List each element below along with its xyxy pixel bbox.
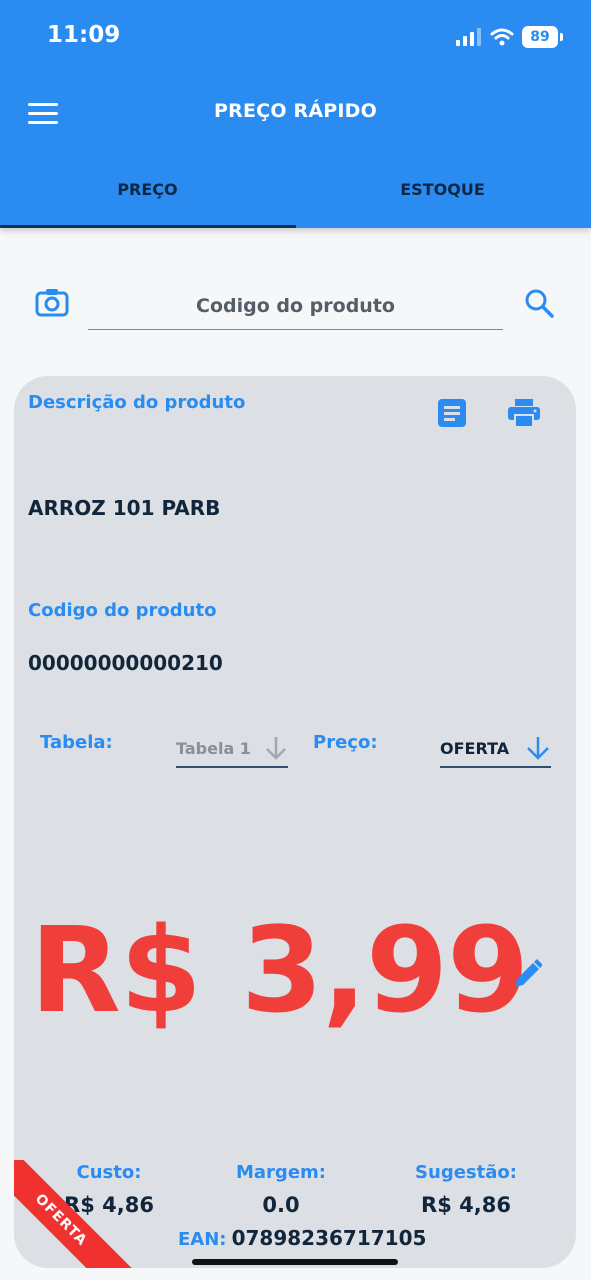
product-code-input[interactable] bbox=[88, 282, 503, 330]
search-icon bbox=[525, 289, 554, 318]
edit-price-button[interactable] bbox=[512, 958, 543, 990]
status-time: 11:09 bbox=[47, 22, 121, 48]
tab-indicator bbox=[0, 225, 296, 228]
signal-icon bbox=[456, 28, 481, 46]
arrow-down-icon bbox=[527, 737, 549, 760]
page-title: PREÇO RÁPIDO bbox=[214, 100, 377, 122]
offer-ribbon-label: OFERTA bbox=[14, 1160, 133, 1268]
wifi-icon bbox=[490, 28, 514, 46]
table-label: Tabela: bbox=[40, 732, 113, 753]
suggestion-value: R$ 4,86 bbox=[421, 1193, 511, 1217]
price-type-value: OFERTA bbox=[440, 738, 510, 758]
details-button[interactable] bbox=[437, 398, 467, 428]
document-icon bbox=[438, 399, 466, 427]
status-icons: 89 bbox=[456, 24, 563, 50]
pencil-icon bbox=[515, 959, 543, 987]
product-description: ARROZ 101 PARB bbox=[28, 496, 221, 520]
print-button[interactable] bbox=[507, 398, 541, 428]
table-select[interactable]: Tabela 1 bbox=[176, 730, 288, 768]
printer-icon bbox=[508, 399, 540, 428]
battery-icon: 89 bbox=[522, 26, 558, 48]
price-type-select[interactable]: OFERTA bbox=[440, 730, 551, 768]
search-button[interactable] bbox=[524, 288, 554, 318]
margin-label: Margem: bbox=[236, 1162, 326, 1183]
arrow-down-icon bbox=[266, 737, 286, 760]
battery-cap bbox=[560, 33, 563, 41]
ean-label: EAN: bbox=[178, 1229, 227, 1250]
camera-button[interactable] bbox=[35, 286, 69, 318]
suggestion-label: Sugestão: bbox=[415, 1162, 517, 1183]
tab-preco[interactable]: PREÇO bbox=[0, 180, 295, 199]
offer-ribbon: OFERTA bbox=[14, 1160, 134, 1268]
home-indicator bbox=[192, 1259, 398, 1265]
description-label: Descrição do produto bbox=[28, 392, 246, 413]
margin-value: 0.0 bbox=[262, 1193, 300, 1217]
tab-estoque[interactable]: ESTOQUE bbox=[295, 180, 590, 199]
product-code-label: Codigo do produto bbox=[28, 600, 217, 621]
ean-row: EAN: 07898236717105 bbox=[178, 1226, 426, 1250]
ean-value: 07898236717105 bbox=[231, 1226, 427, 1250]
price-display: R$ 3,99 bbox=[30, 901, 529, 1039]
product-code: 00000000000210 bbox=[28, 651, 223, 675]
table-select-value: Tabela 1 bbox=[176, 738, 251, 758]
price-type-label: Preço: bbox=[313, 732, 378, 753]
camera-icon bbox=[35, 289, 69, 317]
